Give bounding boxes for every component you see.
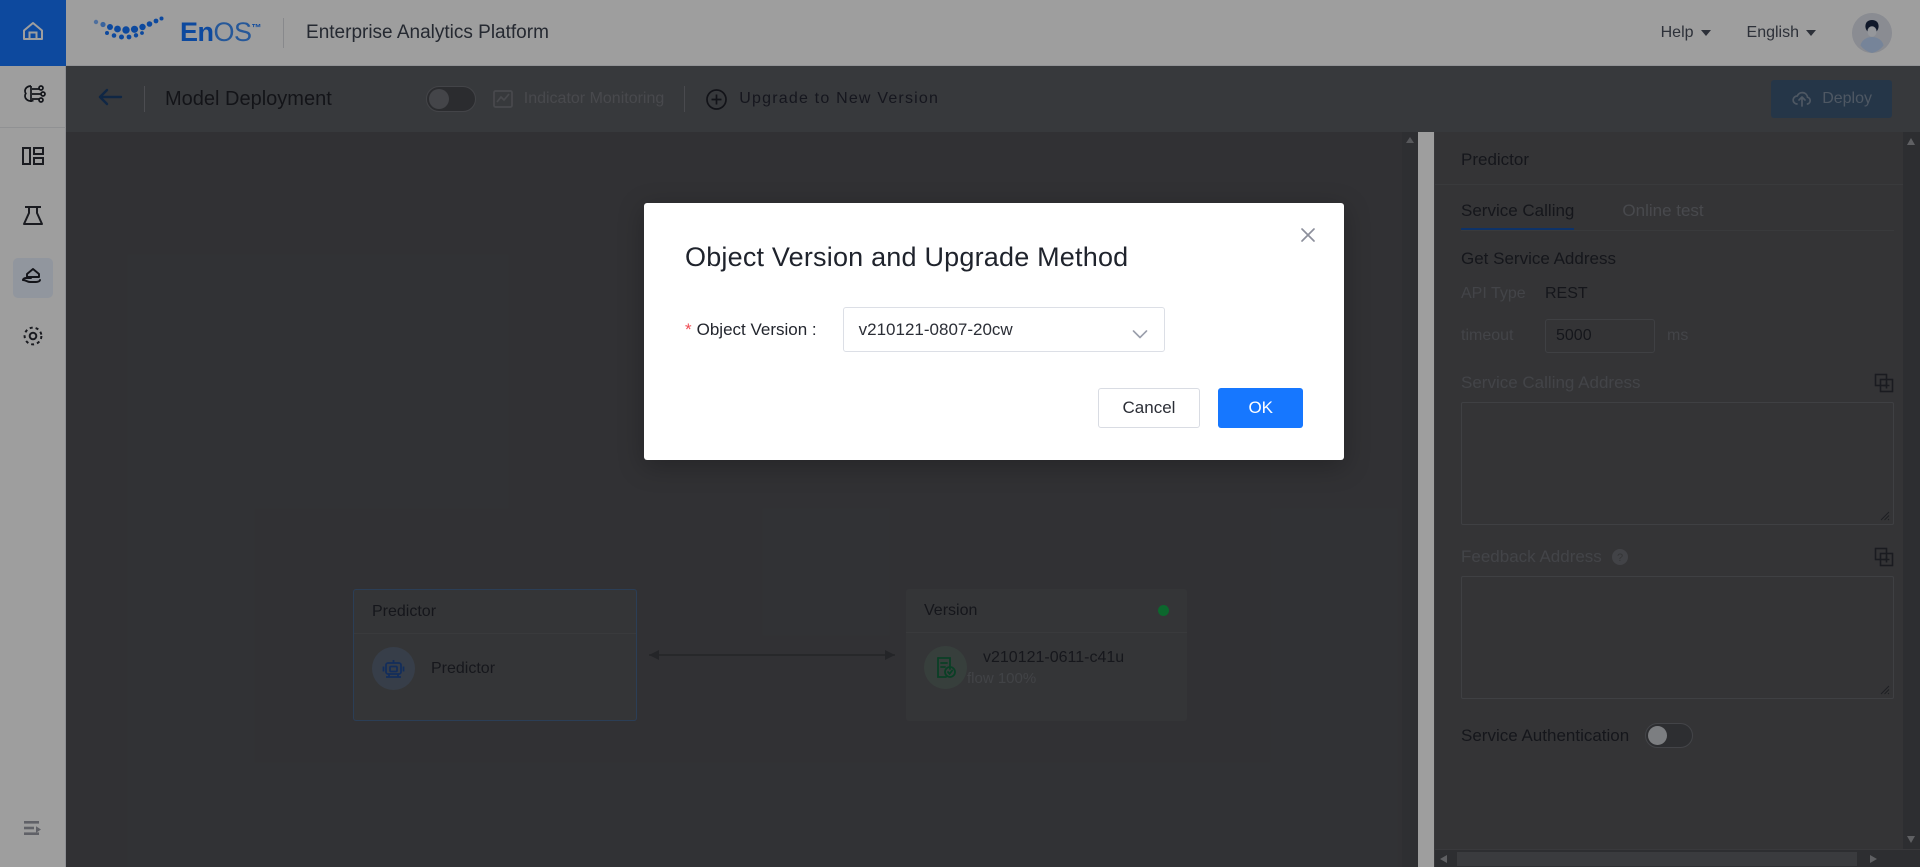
ok-button[interactable]: OK xyxy=(1218,388,1303,428)
object-version-select[interactable]: v210121-0807-20cw xyxy=(842,307,1165,352)
chevron-down-icon xyxy=(1132,325,1148,345)
object-version-value: v210121-0807-20cw xyxy=(858,319,1013,339)
modal-footer: Cancel OK xyxy=(1097,388,1303,428)
modal-form: * Object Version : v210121-0807-20cw xyxy=(644,273,1344,352)
object-version-label: Object Version : xyxy=(696,319,817,339)
close-icon[interactable] xyxy=(1293,220,1323,250)
cancel-button[interactable]: Cancel xyxy=(1097,388,1201,428)
required-asterisk: * xyxy=(685,320,692,339)
object-version-upgrade-modal: Object Version and Upgrade Method * Obje… xyxy=(644,203,1344,460)
object-version-label-wrap: * Object Version : xyxy=(685,320,817,340)
modal-title: Object Version and Upgrade Method xyxy=(685,242,1129,272)
